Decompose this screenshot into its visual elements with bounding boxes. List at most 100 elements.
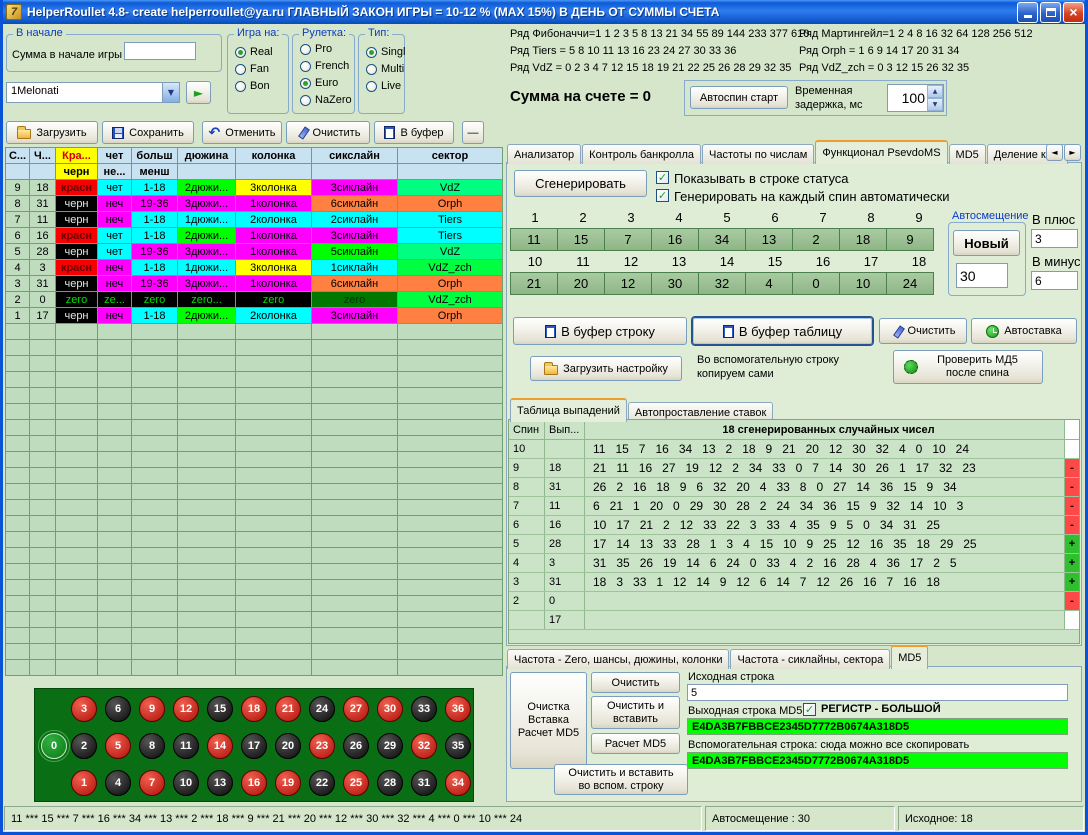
roulette-number[interactable]: 33 [411,696,437,722]
copy-table-to-buffer-button[interactable]: В буфер таблицу [692,317,873,345]
roulette-number[interactable]: 29 [377,733,403,759]
roulette-number[interactable]: 22 [309,770,335,796]
table-row[interactable]: 20zeroze...zerozero...zerozeroVdZ_zch [6,292,503,308]
roulette-number[interactable]: 18 [241,696,267,722]
tab-scroll-right-button[interactable]: ► [1064,144,1081,161]
roulette-number[interactable]: 9 [139,696,165,722]
load-settings-button[interactable]: Загрузить настройку [530,356,682,381]
radio-multi[interactable]: Multi [366,61,404,77]
roulette-number[interactable]: 1 [71,770,97,796]
roulette-number[interactable]: 7 [139,770,165,796]
minus-value-input[interactable] [1031,271,1078,290]
close-button[interactable]: × [1063,2,1084,23]
md5-clear-paste-button[interactable]: Очистить и вставить [591,696,680,729]
roulette-number[interactable]: 3 [71,696,97,722]
radio-singl[interactable]: Singl [366,44,404,60]
roulette-number[interactable]: 13 [207,770,233,796]
table-row[interactable]: 918краснчет1-182дюжи...3колонка3сиклайнV… [6,180,503,196]
begin-sum-input[interactable] [124,42,196,60]
clear-button[interactable]: Очистить [286,121,370,144]
tab-2[interactable]: Частоты по числам [702,144,814,164]
undo-button[interactable]: ↶ Отменить [202,121,282,144]
generate-button[interactable]: Сгенерировать [514,170,647,197]
spin-up-button[interactable]: ▲ [927,85,943,98]
md5-output-field[interactable]: E4DA3B7FBBCE2345D7772B0674A318D5 [687,718,1068,735]
md5-clear-button[interactable]: Очистить [591,672,680,693]
load-button[interactable]: Загрузить [6,121,98,144]
checkbox-generate-each-spin[interactable]: ✓ Генерировать на каждый спин автоматиче… [656,189,950,204]
checkbox-show-in-status[interactable]: ✓ Показывать в строке статуса [656,171,849,186]
roulette-number[interactable]: 10 [173,770,199,796]
md5-calc-button[interactable]: Расчет MD5 [591,733,680,754]
roulette-number[interactable]: 8 [139,733,165,759]
table-row[interactable]: 831черннеч19-363дюжи...1колонка6сиклайнO… [6,196,503,212]
result-row[interactable]: 91821 11 16 27 19 12 2 34 33 0 7 14 30 2… [509,459,1079,478]
roulette-number[interactable]: 4 [105,770,131,796]
roulette-number[interactable]: 21 [275,696,301,722]
autoshift-value-input[interactable] [956,263,1008,288]
table-row[interactable]: 616краснчет1-182дюжи...1колонка3сиклайнT… [6,228,503,244]
roulette-number[interactable]: 12 [173,696,199,722]
aux-string-field[interactable]: E4DA3B7FBBCE2345D7772B0674A318D5 [687,752,1068,769]
roulette-number[interactable]: 28 [377,770,403,796]
table-row[interactable]: 43красннеч1-181дюжи...3колонка1сиклайнVd… [6,260,503,276]
radio-pro[interactable]: Pro [300,41,354,57]
radio-bon[interactable]: Bon [235,78,288,94]
tab-1[interactable]: Частота - сиклайны, сектора [730,649,890,669]
roulette-number[interactable]: 14 [207,733,233,759]
check-md5-after-spin-button[interactable]: Проверить МД5 после спина [893,350,1043,384]
roulette-number[interactable]: 36 [445,696,471,722]
result-row[interactable]: 33118 3 33 1 12 14 9 12 6 14 7 12 26 16 … [509,573,1079,592]
play-button[interactable]: ► [186,81,211,104]
result-row[interactable]: 52817 14 13 33 28 1 3 4 15 10 9 25 12 16… [509,535,1079,554]
roulette-number[interactable]: 2 [71,733,97,759]
copy-buffer-button[interactable]: В буфер [374,121,454,144]
roulette-number[interactable]: 15 [207,696,233,722]
roulette-number[interactable]: 31 [411,770,437,796]
radio-euro[interactable]: Euro [300,75,354,91]
maximize-button[interactable] [1040,2,1061,23]
roulette-number[interactable]: 25 [343,770,369,796]
roulette-number[interactable]: 34 [445,770,471,796]
delay-spinner[interactable]: 100 ▲ ▼ [887,84,944,112]
roulette-number[interactable]: 32 [411,733,437,759]
radio-live[interactable]: Live [366,78,404,94]
roulette-number[interactable]: 11 [173,733,199,759]
table-row[interactable]: 711черннеч1-181дюжи...2колонка2сиклайнTi… [6,212,503,228]
roulette-number[interactable]: 30 [377,696,403,722]
autobet-button[interactable]: Автоставка [971,318,1077,344]
roulette-number-zero[interactable]: 0 [41,733,67,759]
minimize-button[interactable] [1017,2,1038,23]
radio-real[interactable]: Real [235,44,288,60]
roulette-number[interactable]: 6 [105,696,131,722]
tab-0[interactable]: Анализатор [507,144,581,164]
checkbox-uppercase[interactable]: ✓ РЕГИСТР - БОЛЬШОЙ [803,703,941,716]
radio-nazero[interactable]: NaZero [300,92,354,108]
delay-value[interactable]: 100 [888,85,927,111]
roulette-number[interactable]: 26 [343,733,369,759]
roulette-number[interactable]: 20 [275,733,301,759]
save-button[interactable]: Сохранить [102,121,194,144]
clear-paste-aux-button[interactable]: Очистить и вставить во вспом. строку [554,764,688,795]
new-button[interactable]: Новый [953,230,1020,256]
table-row[interactable]: 331черннеч19-363дюжи...1колонка6сиклайнO… [6,276,503,292]
table-row[interactable]: 528чернчет19-363дюжи...1колонка5сиклайнV… [6,244,503,260]
title-bar[interactable]: 7 HelperRoullet 4.8- create helperroulle… [0,0,1088,24]
tab-3[interactable]: Функционал PsevdoMS [815,140,947,164]
table-row[interactable]: 117черннеч1-182дюжи...2колонка3сиклайнOr… [6,308,503,324]
roulette-number[interactable]: 35 [445,733,471,759]
spin-down-button[interactable]: ▼ [927,98,943,111]
tab-1[interactable]: Контроль банкролла [582,144,701,164]
result-row[interactable]: 20- [509,592,1079,611]
clear-generated-button[interactable]: Очистить [879,318,967,344]
preset-combobox[interactable]: 1Melonati ▼ [6,82,180,103]
md5-big-button[interactable]: Очистка Вставка Расчет MD5 [510,672,587,769]
result-row[interactable]: 7116 21 1 20 0 29 30 28 2 24 34 36 15 9 … [509,497,1079,516]
radio-french[interactable]: French [300,58,354,74]
roulette-number[interactable]: 17 [241,733,267,759]
radio-fan[interactable]: Fan [235,61,288,77]
copy-row-to-buffer-button[interactable]: В буфер строку [513,317,687,345]
tab-0[interactable]: Частота - Zero, шансы, дюжины, колонки [507,649,729,669]
roulette-number[interactable]: 23 [309,733,335,759]
tab-4[interactable]: MD5 [949,144,986,164]
